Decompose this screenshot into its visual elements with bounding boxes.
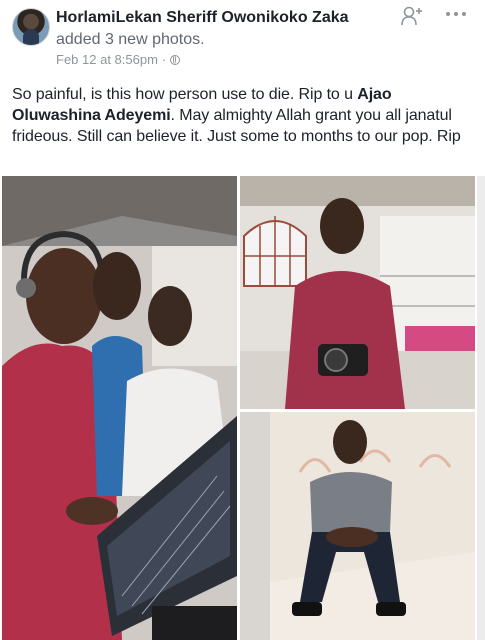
post-timestamp[interactable]: Feb 12 at 8:56pm: [56, 52, 158, 67]
author-avatar[interactable]: [12, 8, 50, 46]
photo-studio-group[interactable]: [2, 176, 237, 640]
photo-studio-group-image: [2, 176, 237, 640]
photo-camera-man[interactable]: [240, 176, 475, 409]
photo-crouching-man[interactable]: [240, 412, 475, 640]
post-text: So painful, is this how person use to di…: [12, 84, 475, 147]
photo-grid: [0, 176, 485, 640]
meta-separator: ·: [161, 52, 167, 67]
globe-icon: [170, 54, 181, 65]
author-name[interactable]: HorlamiLekan Sheriff Owonikoko Zaka: [56, 9, 349, 26]
post-header: HorlamiLekan Sheriff Owonikoko Zaka adde…: [0, 0, 485, 74]
post-meta: Feb 12 at 8:56pm ·: [56, 52, 181, 67]
post-text-part: So painful, is this how person use to di…: [12, 86, 358, 103]
post-action-text: added 3 new photos.: [56, 31, 205, 48]
add-friend-icon[interactable]: [401, 6, 423, 26]
photo-crouching-man-image: [240, 412, 475, 640]
author-line: HorlamiLekan Sheriff Owonikoko Zaka: [56, 8, 349, 28]
photo-edge-partial[interactable]: [477, 176, 485, 640]
photo-camera-man-image: [240, 176, 475, 409]
more-icon[interactable]: [444, 6, 468, 22]
